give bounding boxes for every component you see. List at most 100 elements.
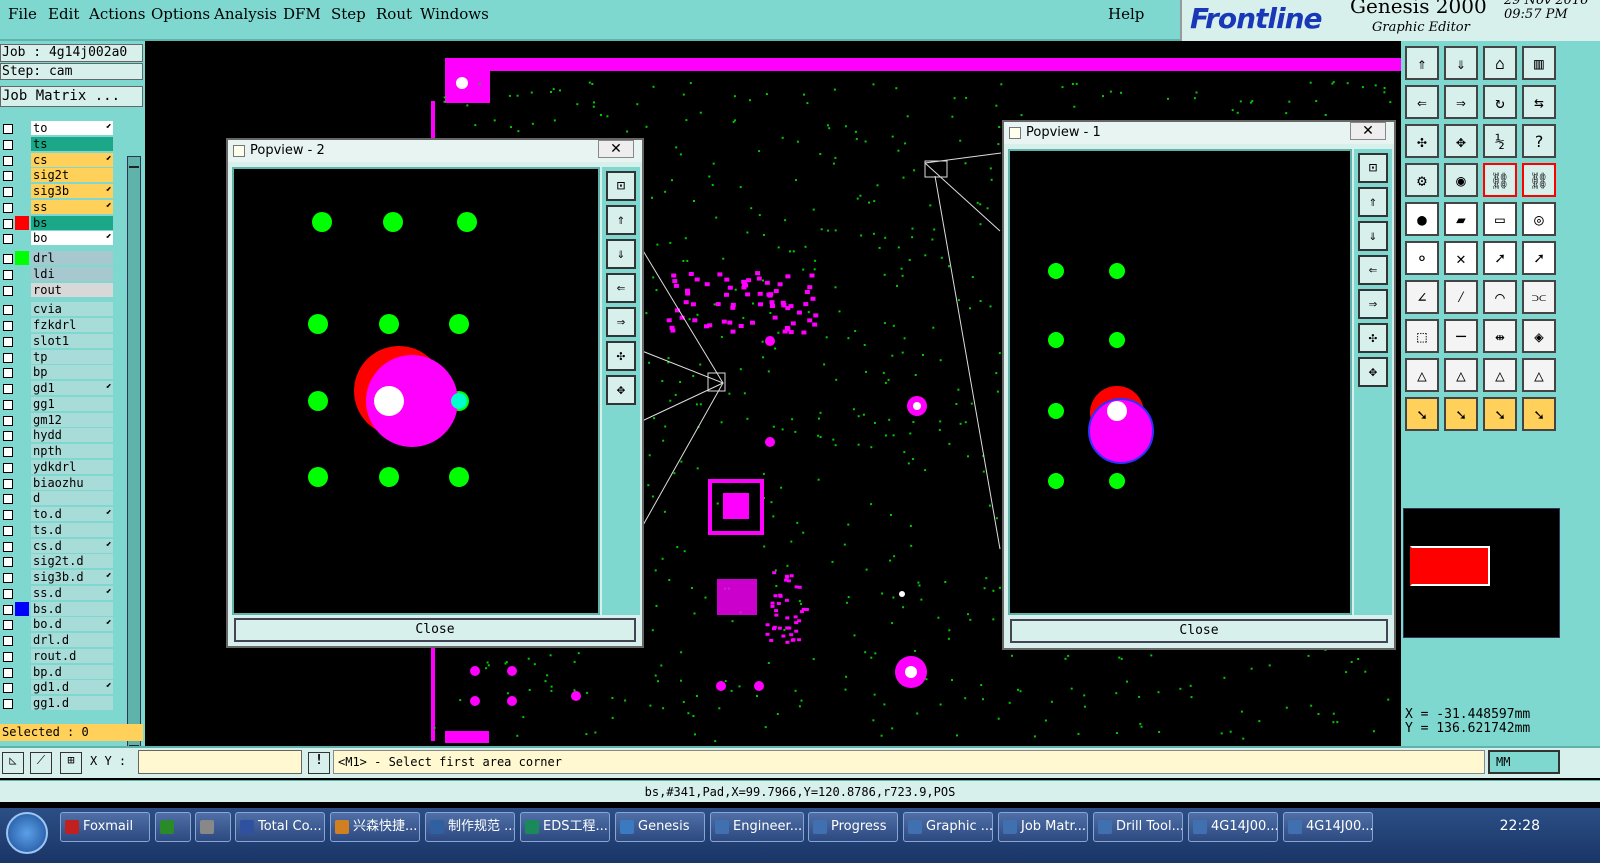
window-fit-icon[interactable]: ▥ <box>1522 46 1556 80</box>
layer-name[interactable]: sig2t.d <box>31 554 113 569</box>
overview-map[interactable] <box>1403 508 1560 638</box>
help-icon[interactable]: ? <box>1522 124 1556 158</box>
add-line-icon[interactable]: ▰ <box>1444 202 1478 236</box>
layer-row-tp[interactable]: tp <box>0 349 118 365</box>
menu-file[interactable]: File <box>8 5 37 23</box>
layer-name[interactable]: biaozhu <box>31 475 113 490</box>
units-selector[interactable]: MM <box>1488 750 1560 774</box>
net2-icon[interactable]: ⛓ <box>1522 163 1556 197</box>
layer-checkbox[interactable] <box>3 218 13 229</box>
layer-row-bs-d[interactable]: bs.d <box>0 601 118 617</box>
layer-row-ldi[interactable]: ldi <box>0 266 118 282</box>
add-feature-icon[interactable]: ➚ <box>1522 241 1556 275</box>
taskbar-item[interactable]: Progress <box>808 812 898 842</box>
layer-checkbox[interactable] <box>3 139 13 150</box>
scroll-up-icon[interactable] <box>129 158 139 168</box>
taskbar-item[interactable]: EDS工程... <box>520 812 610 842</box>
pan-up-icon[interactable]: ⇓ <box>1444 46 1478 80</box>
layer-checkbox[interactable] <box>3 124 13 134</box>
taskbar-item[interactable]: Genesis <box>615 812 705 842</box>
menu-rout[interactable]: Rout <box>376 5 412 23</box>
layer-row-cvia[interactable]: cvia <box>0 302 118 317</box>
taskbar-item[interactable]: Drill Tool... <box>1093 812 1183 842</box>
popview-2-close-button[interactable]: Close <box>234 618 636 642</box>
layer-checkbox[interactable] <box>3 155 13 166</box>
layer-checkbox[interactable] <box>3 588 13 599</box>
pad-tool-icon[interactable]: ◎ <box>1522 202 1556 236</box>
layer-name[interactable]: cs.d <box>31 538 113 553</box>
taskbar-item[interactable] <box>155 812 191 842</box>
layer-name[interactable]: rout <box>31 282 113 297</box>
layer-name[interactable]: slot1 <box>31 333 113 348</box>
layer-checkbox[interactable] <box>3 541 13 552</box>
close-icon[interactable]: ✕ <box>1350 122 1386 140</box>
layer-name[interactable]: bs <box>31 215 113 230</box>
layer-name[interactable]: ts.d <box>31 522 113 537</box>
layer-name[interactable]: sig3b <box>31 184 113 198</box>
layer-checkbox[interactable] <box>3 478 13 489</box>
layer-name[interactable]: ts <box>31 136 113 151</box>
layer-name[interactable]: ldi <box>31 266 113 281</box>
layer-checkbox[interactable] <box>3 285 13 296</box>
taskbar-item[interactable] <box>195 812 231 842</box>
measure-icon[interactable]: ⟋ <box>30 752 52 774</box>
layer-name[interactable]: bp.d <box>31 664 113 679</box>
layer-row-gg1[interactable]: gg1 <box>0 396 118 412</box>
layer-checkbox[interactable] <box>3 368 13 379</box>
layer-name[interactable]: ydkdrl <box>31 459 113 474</box>
angle-icon[interactable]: ∠ <box>1405 280 1439 314</box>
line-edit-icon[interactable]: ─ <box>1444 319 1478 353</box>
scale-icon[interactable]: ½ <box>1483 124 1517 158</box>
layer-row-gd1[interactable]: gd1 ⬋ <box>0 381 118 396</box>
split-icon[interactable]: ⫗ <box>1522 280 1556 314</box>
triangle-d-icon[interactable]: △ <box>1522 358 1556 392</box>
layer-checkbox[interactable] <box>3 683 13 694</box>
net-icon-icon[interactable]: ⛓ <box>1483 163 1517 197</box>
layer-name[interactable]: gg1 <box>31 396 113 411</box>
layer-row-sig2t[interactable]: sig2t <box>0 168 118 183</box>
layer-checkbox[interactable] <box>3 667 13 678</box>
layer-checkbox[interactable] <box>3 557 13 568</box>
taskbar-item[interactable]: 4G14J00... <box>1283 812 1373 842</box>
layer-row-bp-d[interactable]: bp.d <box>0 664 118 680</box>
layer-checkbox[interactable] <box>3 171 13 182</box>
popview-2-titlebar[interactable]: Popview - 2 ✕ <box>228 140 642 162</box>
layer-row-rout[interactable]: rout <box>0 282 118 298</box>
layer-checkbox[interactable] <box>3 202 13 213</box>
slash-icon[interactable]: ⁄ <box>1444 280 1478 314</box>
layer-row-cs[interactable]: cs ⬋ <box>0 152 118 168</box>
layer-checkbox[interactable] <box>3 415 13 426</box>
layer-row-bo[interactable]: bo ⬋ <box>0 231 118 246</box>
layer-name[interactable]: cs <box>31 152 113 167</box>
layer-checkbox[interactable] <box>3 269 13 280</box>
home-icon[interactable]: ⌂ <box>1483 46 1517 80</box>
arc-icon[interactable]: ◠ <box>1483 280 1517 314</box>
layer-row-npth[interactable]: npth <box>0 444 118 459</box>
menu-windows[interactable]: Windows <box>420 5 489 23</box>
popview-2-canvas[interactable] <box>232 167 600 615</box>
layer-name[interactable]: hydd <box>31 428 113 443</box>
fit-all-icon[interactable]: ✣ <box>1405 124 1439 158</box>
layer-name[interactable]: rout.d <box>31 648 113 663</box>
popview-1-close-button[interactable]: Close <box>1010 619 1388 643</box>
layer-name[interactable]: cvia <box>31 302 113 317</box>
pointer-3-icon[interactable]: ➘ <box>1483 397 1517 431</box>
popview-pan-down-icon[interactable]: ⇓ <box>1358 221 1388 251</box>
layer-name[interactable]: gm12 <box>31 412 113 427</box>
xy-input[interactable] <box>138 750 302 774</box>
measure-icon[interactable]: ⇹ <box>1483 319 1517 353</box>
snap-point-icon[interactable]: ◉ <box>1444 163 1478 197</box>
layer-checkbox[interactable] <box>3 447 13 457</box>
copy-icon[interactable]: ⬚ <box>1405 319 1439 353</box>
layer-scrollbar[interactable] <box>127 156 141 760</box>
layer-checkbox[interactable] <box>3 399 13 410</box>
layer-checkbox[interactable] <box>3 494 13 505</box>
flip-icon[interactable]: ⇆ <box>1522 85 1556 119</box>
layer-name[interactable]: gd1.d <box>31 680 113 695</box>
layer-row-drl-d[interactable]: drl.d <box>0 633 118 648</box>
grid-icon[interactable]: ⊞ <box>60 752 82 774</box>
pan-right-icon[interactable]: ⇒ <box>1444 85 1478 119</box>
popview-zoom-out-icon[interactable]: ✥ <box>1358 357 1388 387</box>
menu-help[interactable]: Help <box>1108 5 1144 23</box>
layer-row-biaozhu[interactable]: biaozhu <box>0 475 118 491</box>
